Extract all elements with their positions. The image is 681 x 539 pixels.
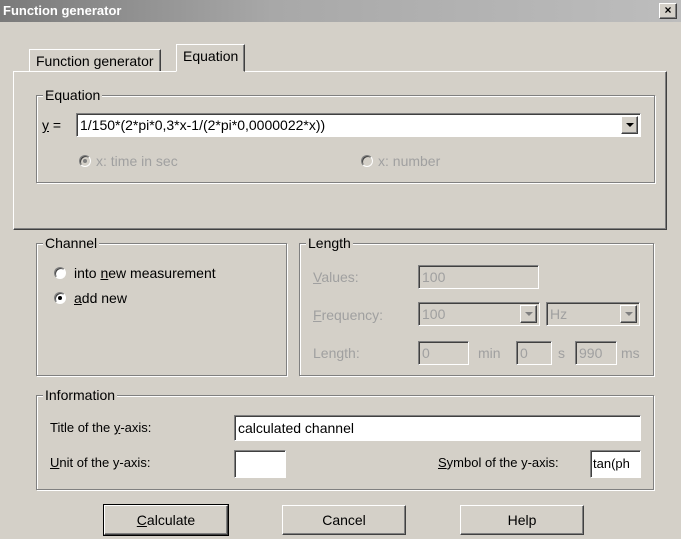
- information-group: Information: [36, 386, 654, 490]
- radio-x-number[interactable]: [361, 155, 373, 167]
- length-ms-input[interactable]: 990: [575, 341, 617, 365]
- radio-into-new-measurement[interactable]: [54, 267, 66, 279]
- title-bar: Function generator ×: [0, 0, 681, 22]
- radio-add-new[interactable]: [54, 292, 66, 304]
- min-unit-label: min: [478, 345, 501, 361]
- radio-x-time[interactable]: [79, 155, 91, 167]
- length-s-input[interactable]: 0: [516, 341, 552, 365]
- y-axis-symbol-label: Symbol of the y-axis:: [438, 455, 559, 470]
- length-label: Length:: [313, 345, 360, 361]
- length-min-input[interactable]: 0: [418, 341, 469, 365]
- length-group-label: Length: [306, 234, 353, 252]
- equation-group-label: Equation: [43, 86, 103, 104]
- values-input[interactable]: 100: [418, 265, 539, 289]
- y-axis-title-input[interactable]: calculated channel: [234, 415, 641, 441]
- y-axis-symbol-input[interactable]: tan(ph: [590, 450, 641, 478]
- y-axis-unit-input[interactable]: [234, 450, 286, 478]
- radio-x-number-label: x: number: [378, 153, 441, 169]
- help-button[interactable]: Help: [460, 505, 584, 535]
- frequency-unit-dropdown-button[interactable]: [620, 305, 637, 323]
- tab-equation[interactable]: Equation: [176, 44, 246, 72]
- frequency-dropdown-button[interactable]: [520, 305, 537, 323]
- radio-add-new-label: add new: [74, 290, 127, 306]
- ms-unit-label: ms: [621, 345, 640, 361]
- radio-x-time-label: x: time in sec: [96, 153, 178, 169]
- values-label: Values:: [313, 269, 359, 285]
- s-unit-label: s: [558, 345, 565, 361]
- channel-group-label: Channel: [43, 234, 100, 252]
- frequency-label: Frequency:: [313, 307, 384, 323]
- information-group-label: Information: [43, 386, 118, 404]
- window-title: Function generator: [3, 3, 122, 18]
- radio-dot: [58, 296, 62, 300]
- close-button[interactable]: ×: [659, 3, 677, 19]
- y-axis-unit-label: Unit of the y-axis:: [50, 455, 151, 470]
- tab-label: Function generator: [36, 53, 154, 69]
- radio-dot: [83, 159, 87, 163]
- calculate-button[interactable]: Calculate: [103, 504, 229, 536]
- cancel-button[interactable]: Cancel: [282, 505, 406, 535]
- y-equals-label: y =: [42, 117, 62, 133]
- equation-input[interactable]: 1/150*(2*pi*0,3*x-1/(2*pi*0,0000022*x)): [76, 113, 641, 137]
- y-axis-title-label: Title of the y-axis:: [50, 420, 152, 435]
- tab-label: Equation: [183, 48, 239, 64]
- equation-dropdown-button[interactable]: [621, 116, 638, 134]
- close-icon: ×: [664, 3, 672, 17]
- channel-group: Channel: [36, 234, 287, 376]
- tab-function-generator[interactable]: Function generator: [29, 49, 161, 71]
- radio-into-new-measurement-label: into new measurement: [74, 265, 216, 281]
